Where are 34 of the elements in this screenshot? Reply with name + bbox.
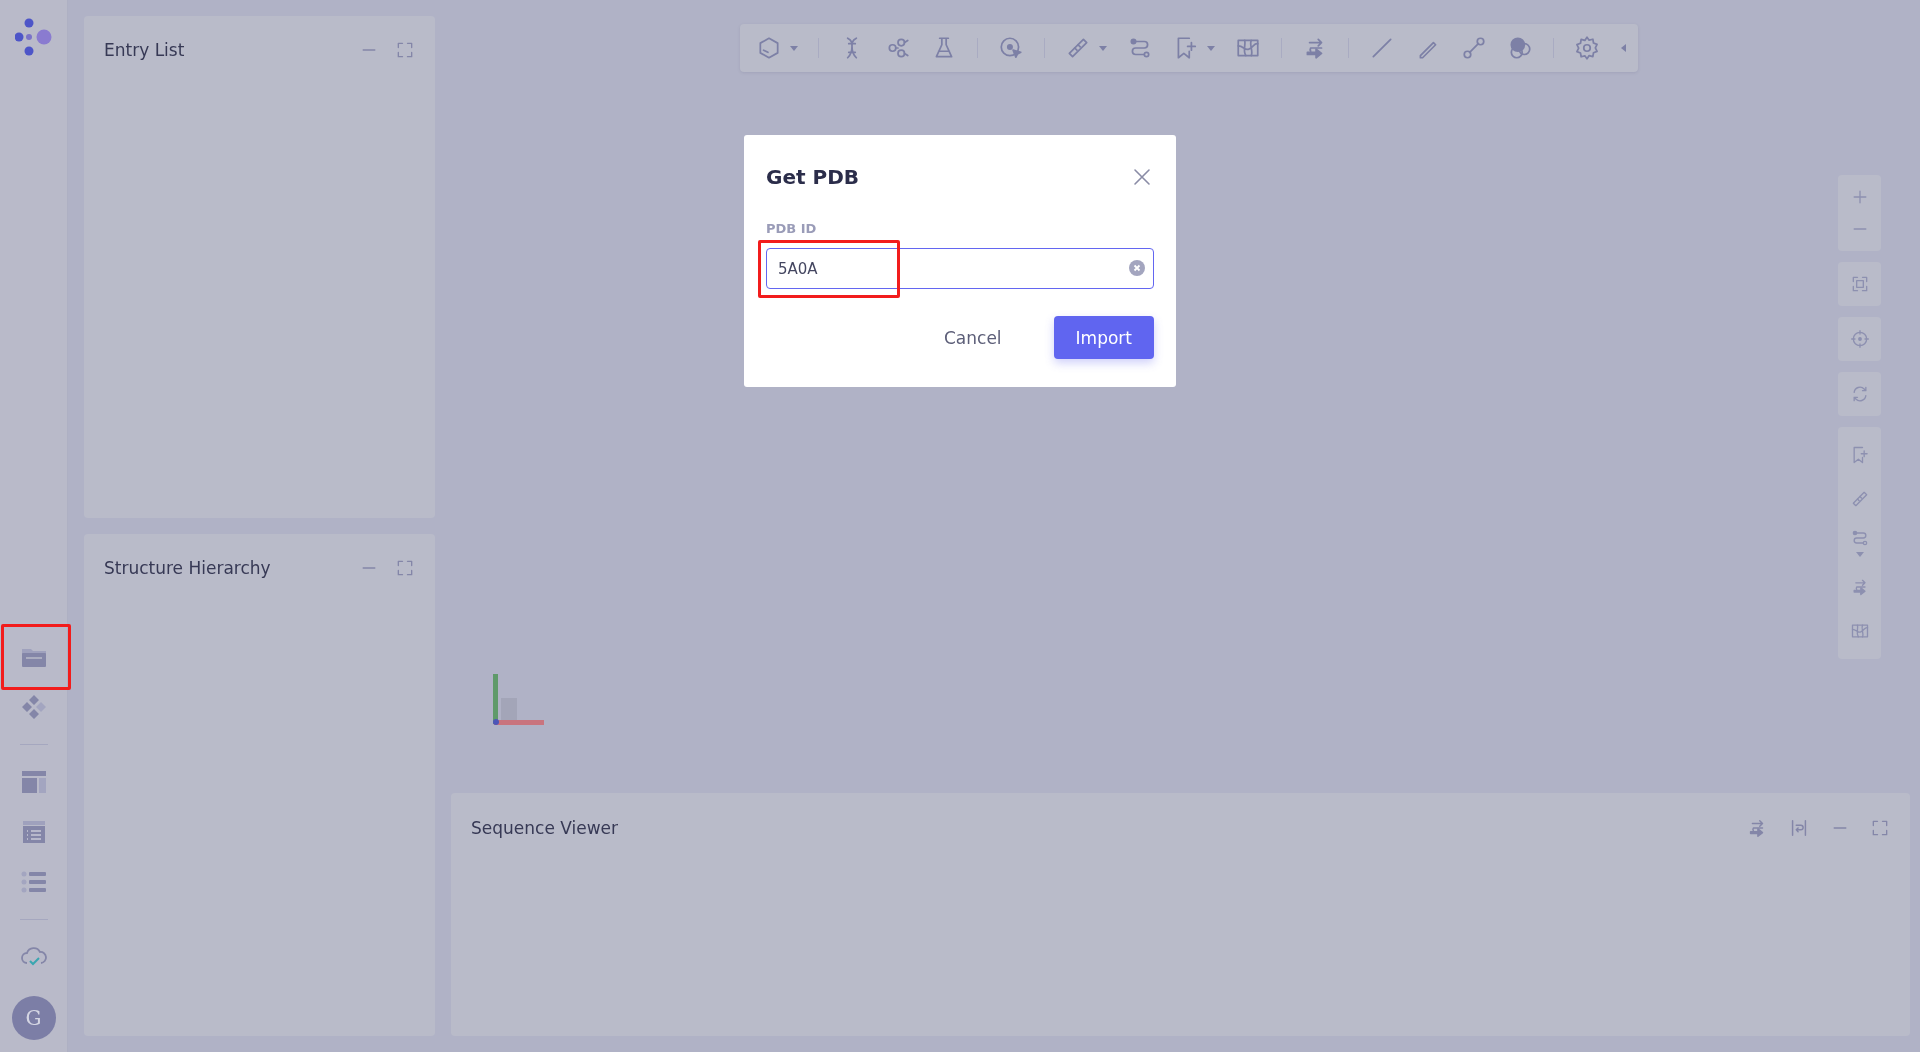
ruler-icon[interactable]	[1065, 35, 1091, 61]
map-icon[interactable]	[1849, 621, 1870, 641]
cancel-button[interactable]: Cancel	[922, 316, 1024, 359]
field-label: PDB ID	[766, 221, 818, 236]
expand-icon[interactable]	[395, 558, 415, 578]
path-icon[interactable]	[1127, 35, 1153, 61]
layout-icon[interactable]	[20, 770, 47, 794]
cloud-check-icon[interactable]	[19, 946, 48, 968]
hexagon-icon[interactable]	[756, 35, 782, 61]
bond-icon[interactable]	[1461, 35, 1487, 61]
target-cursor-icon[interactable]	[998, 35, 1024, 61]
caret-icon[interactable]	[1620, 44, 1628, 52]
dialog-title: Get PDB	[766, 165, 859, 189]
pdb-id-field[interactable]: 5A0A	[766, 248, 1154, 289]
list-icon[interactable]	[20, 870, 47, 894]
settings-icon[interactable]	[1574, 35, 1600, 61]
folder-icon[interactable]	[20, 646, 47, 668]
clear-icon[interactable]	[1129, 260, 1145, 276]
axes-gizmo-drawing	[491, 672, 547, 728]
crosshair-icon[interactable]	[1849, 329, 1870, 349]
app-logo[interactable]	[14, 18, 53, 56]
panel-title: Structure Hierarchy	[104, 558, 272, 578]
caret-icon[interactable]	[790, 44, 798, 52]
expand-icon[interactable]	[395, 40, 415, 60]
caret-icon[interactable]	[1855, 550, 1864, 558]
spheres-icon[interactable]	[1507, 35, 1533, 61]
components-icon[interactable]	[20, 694, 47, 720]
expand-icon[interactable]	[1870, 818, 1890, 838]
panel-title: Entry List	[104, 40, 186, 60]
caret-icon[interactable]	[1207, 44, 1215, 52]
panel-title: Sequence Viewer	[471, 818, 620, 838]
list-card-icon[interactable]	[21, 820, 46, 844]
import-button[interactable]: Import	[1053, 316, 1154, 359]
caret-icon[interactable]	[1099, 44, 1107, 52]
